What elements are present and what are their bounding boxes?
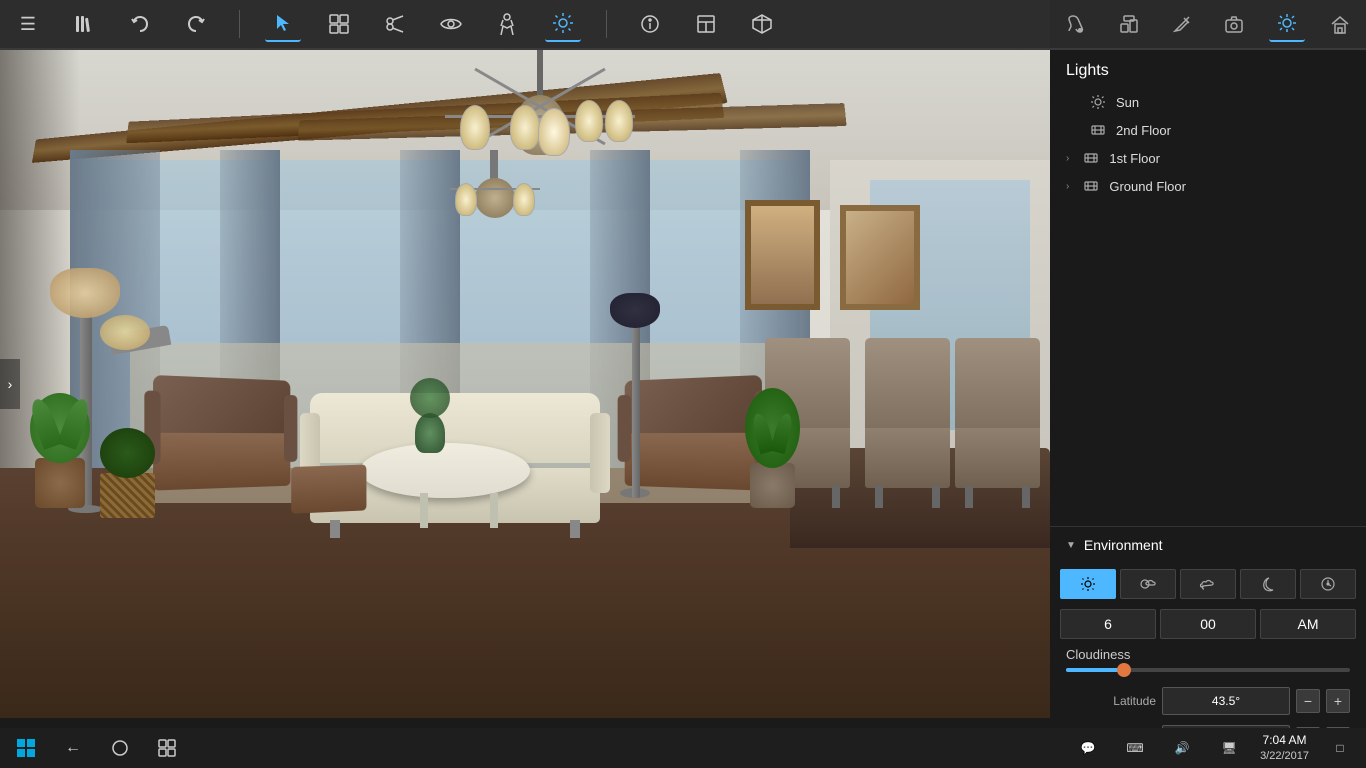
- time-tab-cloudy[interactable]: [1180, 569, 1236, 599]
- latitude-minus-btn[interactable]: −: [1296, 689, 1320, 713]
- lights-list: Sun 2nd Floor ›: [1050, 88, 1366, 210]
- floor-light-icon: [1090, 122, 1106, 138]
- floor-light-icon-1: [1083, 150, 1099, 166]
- cloudiness-track[interactable]: [1066, 668, 1350, 672]
- taskbar-time-display: 7:04 AM 3/22/2017: [1260, 733, 1309, 763]
- time-tab-partly-cloudy[interactable]: [1120, 569, 1176, 599]
- main-3d-view[interactable]: ›: [0, 50, 1050, 718]
- cloudiness-slider-container: Cloudiness: [1050, 643, 1366, 682]
- lights-title: Lights: [1050, 50, 1366, 88]
- taskbar-notify-icon[interactable]: 💬: [1072, 732, 1104, 764]
- back-button[interactable]: ←: [57, 732, 89, 764]
- info-icon[interactable]: [632, 6, 668, 42]
- latitude-label: Latitude: [1066, 694, 1156, 708]
- panel-toolbar: [1050, 0, 1366, 50]
- light-item-2nd-floor[interactable]: 2nd Floor: [1050, 116, 1366, 144]
- lights-section: Lights Sun: [1050, 50, 1366, 210]
- left-nav-arrow[interactable]: ›: [0, 359, 20, 409]
- latitude-plus-btn[interactable]: +: [1326, 689, 1350, 713]
- env-chevron-icon: ▼: [1066, 540, 1076, 551]
- time-display: 6 00 AM: [1050, 605, 1366, 643]
- task-view-button[interactable]: [151, 732, 183, 764]
- panel-edit-icon[interactable]: [1164, 6, 1200, 42]
- time-tab-night[interactable]: [1240, 569, 1296, 599]
- panel-home-icon[interactable]: [1322, 6, 1358, 42]
- time-hour-display: 6: [1060, 609, 1156, 639]
- layout-icon[interactable]: [688, 6, 724, 42]
- cube-icon[interactable]: [744, 6, 780, 42]
- top-toolbar: ☰: [0, 0, 1050, 50]
- home-circle-button[interactable]: [104, 732, 136, 764]
- menu-icon[interactable]: ☰: [10, 6, 46, 42]
- sun-light-icon: [1090, 94, 1106, 110]
- light-item-1st-floor[interactable]: › 1st Floor: [1050, 144, 1366, 172]
- taskbar-volume-icon[interactable]: 🔊: [1166, 732, 1198, 764]
- panel-paint-icon[interactable]: [1058, 6, 1094, 42]
- objects-icon[interactable]: [321, 6, 357, 42]
- scissors-icon[interactable]: [377, 6, 413, 42]
- sun-toolbar-icon[interactable]: [545, 6, 581, 42]
- right-panel: Lights Sun: [1050, 0, 1366, 768]
- panel-sun-icon[interactable]: [1269, 6, 1305, 42]
- time-tab-custom[interactable]: [1300, 569, 1356, 599]
- time-tab-sunny[interactable]: [1060, 569, 1116, 599]
- light-item-sun[interactable]: Sun: [1050, 88, 1366, 116]
- taskbar-keyboard-icon[interactable]: ⌨: [1119, 732, 1151, 764]
- start-button[interactable]: [10, 732, 42, 764]
- expand-ground-floor-icon[interactable]: ›: [1066, 181, 1069, 192]
- time-minute-display: 00: [1160, 609, 1256, 639]
- time-of-day-tabs: [1050, 563, 1366, 605]
- panel-build-icon[interactable]: [1111, 6, 1147, 42]
- taskbar-right-area: 💬 ⌨ 🔊 🖥 7:04 AM 3/22/2017 □: [1072, 732, 1356, 764]
- environment-header[interactable]: ▼ Environment: [1050, 527, 1366, 563]
- taskbar-monitor-icon[interactable]: 🖥: [1213, 732, 1245, 764]
- eye-icon[interactable]: [433, 6, 469, 42]
- undo-icon[interactable]: [122, 6, 158, 42]
- person-icon[interactable]: [489, 6, 525, 42]
- redo-icon[interactable]: [178, 6, 214, 42]
- panel-camera-icon[interactable]: [1216, 6, 1252, 42]
- expand-1st-floor-icon[interactable]: ›: [1066, 153, 1069, 164]
- floor-light-icon-g: [1083, 178, 1099, 194]
- time-period-display: AM: [1260, 609, 1356, 639]
- cloudiness-label: Cloudiness: [1066, 647, 1350, 662]
- taskbar-action-center[interactable]: □: [1324, 732, 1356, 764]
- cloudiness-thumb[interactable]: [1117, 663, 1131, 677]
- cloudiness-fill: [1066, 668, 1123, 672]
- light-item-ground-floor[interactable]: › Ground Floor: [1050, 172, 1366, 200]
- taskbar: ← 💬 ⌨ 🔊 🖥 7:04 AM 3/22/2017 □: [0, 728, 1366, 768]
- latitude-row: Latitude 43.5° − +: [1050, 682, 1366, 720]
- library-icon[interactable]: [66, 6, 102, 42]
- select-icon[interactable]: [265, 6, 301, 42]
- latitude-input[interactable]: 43.5°: [1162, 687, 1290, 715]
